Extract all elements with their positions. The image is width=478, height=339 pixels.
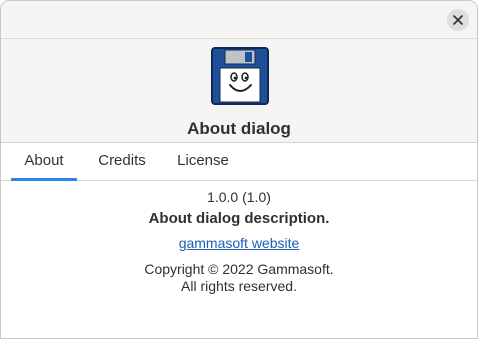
close-button[interactable] xyxy=(447,9,469,31)
tab-license-label: License xyxy=(177,152,229,169)
about-content: 1.0.0 (1.0) About dialog description. ga… xyxy=(1,182,477,338)
tab-license[interactable]: License xyxy=(167,143,239,181)
tab-credits-label: Credits xyxy=(98,152,146,169)
website-link[interactable]: gammasoft website xyxy=(179,235,300,251)
about-dialog-window: About dialog About Credits License 1.0.0… xyxy=(0,0,478,339)
copyright-line-2: All rights reserved. xyxy=(181,278,297,294)
tab-bar: About Credits License xyxy=(1,143,477,181)
about-header: About dialog xyxy=(1,39,477,143)
copyright-line-1: Copyright © 2022 Gammasoft. xyxy=(144,261,334,277)
title-bar xyxy=(1,1,477,39)
tab-credits[interactable]: Credits xyxy=(87,143,157,181)
app-name: About dialog xyxy=(187,119,291,138)
close-icon xyxy=(453,15,463,25)
tab-about[interactable]: About xyxy=(11,143,77,181)
tab-about-label: About xyxy=(24,152,64,169)
app-description: About dialog description. xyxy=(148,210,330,227)
version-label: 1.0.0 (1.0) xyxy=(207,189,271,205)
floppy-disk-smiley-icon xyxy=(211,47,269,105)
